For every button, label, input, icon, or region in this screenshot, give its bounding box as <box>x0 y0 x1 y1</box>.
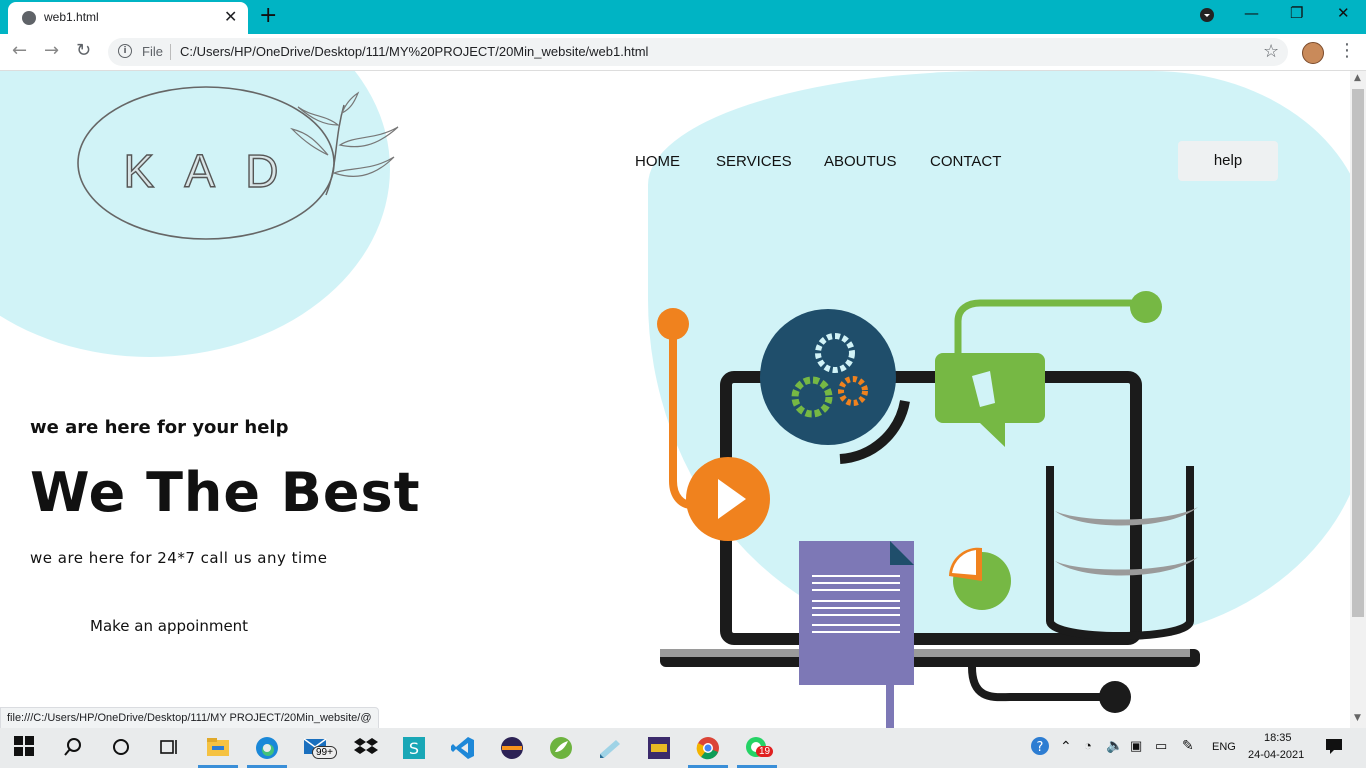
pen-icon[interactable]: ✎ <box>1182 737 1194 754</box>
divider <box>170 44 171 60</box>
help-tray-icon[interactable]: ? <box>1030 736 1054 760</box>
web-page: K A D HOME SERVICES ABOUTUS CONTACT help… <box>0 71 1350 728</box>
nav-services[interactable]: SERVICES <box>716 153 792 170</box>
dropbox-icon[interactable] <box>354 736 378 760</box>
scroll-up-icon[interactable]: ▲ <box>1354 73 1361 83</box>
browser-tab[interactable]: web1.html ✕ <box>8 2 248 34</box>
windows-start-icon[interactable] <box>14 736 38 760</box>
task-view-icon[interactable] <box>158 736 182 760</box>
clock-time[interactable]: 18:35 <box>1264 732 1292 744</box>
more-menu-icon[interactable]: ⋮ <box>1338 40 1356 61</box>
display-icon[interactable]: ▣ <box>1130 738 1142 754</box>
bookmark-star-icon[interactable]: ☆ <box>1263 41 1279 62</box>
show-hidden-icons-icon[interactable]: ⌃ <box>1060 738 1072 755</box>
url-text[interactable]: C:/Users/HP/OneDrive/Desktop/111/MY%20PR… <box>180 44 648 59</box>
notifications-icon[interactable] <box>1324 736 1348 760</box>
nav-aboutus[interactable]: ABOUTUS <box>824 153 897 170</box>
logo-text: K A D <box>123 145 288 197</box>
tab-title: web1.html <box>44 10 99 24</box>
nav-home[interactable]: HOME <box>635 153 680 170</box>
address-bar[interactable]: i File C:/Users/HP/OneDrive/Desktop/111/… <box>108 38 1288 66</box>
file-label: File <box>142 44 163 59</box>
battery-icon[interactable]: ▭ <box>1155 738 1167 754</box>
reload-icon[interactable]: ↻ <box>76 40 91 61</box>
eclipse-icon[interactable] <box>500 736 524 760</box>
vscode-icon[interactable] <box>451 736 475 760</box>
new-tab-button[interactable]: + <box>259 3 277 28</box>
chrome-icon[interactable] <box>696 736 720 760</box>
site-logo[interactable]: K A D <box>76 85 406 249</box>
hero-headline: We The Best <box>30 461 421 524</box>
notes-app-icon[interactable] <box>598 736 622 760</box>
tab-strip: web1.html ✕ + — ❐ ✕ <box>0 0 1366 34</box>
make-appointment-button[interactable]: Make an appoinment <box>90 617 248 635</box>
spring-icon[interactable] <box>549 736 573 760</box>
search-icon[interactable] <box>62 736 86 760</box>
svg-text:S: S <box>409 739 419 758</box>
wifi-icon[interactable]: ◔ <box>1084 738 1092 753</box>
app-s-icon[interactable]: S <box>402 736 426 760</box>
page-scrollbar[interactable]: ▲ ▼ <box>1350 71 1366 728</box>
scroll-down-icon[interactable]: ▼ <box>1354 713 1361 723</box>
forward-icon[interactable]: → <box>44 40 59 61</box>
nav-contact[interactable]: CONTACT <box>930 153 1001 170</box>
globe-icon <box>22 11 36 25</box>
scroll-thumb[interactable] <box>1352 89 1364 617</box>
link-status-bar: file:///C:/Users/HP/OneDrive/Desktop/111… <box>0 707 379 730</box>
game-app-icon[interactable] <box>647 736 671 760</box>
file-explorer-icon[interactable] <box>206 736 230 760</box>
clock-date[interactable]: 24-04-2021 <box>1248 749 1304 761</box>
minimize-icon[interactable]: — <box>1244 4 1259 22</box>
volume-icon[interactable]: 🔈 <box>1106 737 1123 754</box>
cortana-icon[interactable] <box>110 736 134 760</box>
profile-dropdown-icon[interactable] <box>1200 8 1214 26</box>
hero-tagline: we are here for your help <box>30 417 289 438</box>
restore-icon[interactable]: ❐ <box>1290 4 1303 22</box>
profile-avatar[interactable] <box>1302 42 1324 64</box>
svg-text:?: ? <box>1037 740 1044 755</box>
browser-toolbar: ← → ↻ i File C:/Users/HP/OneDrive/Deskto… <box>0 34 1366 71</box>
close-icon[interactable]: ✕ <box>224 7 237 26</box>
hero-illustration <box>650 291 1210 728</box>
windows-taskbar: 99+ S 19 ? ⌃ ◔ 🔈 ▣ ▭ ✎ ENG 18:35 24-04-2… <box>0 728 1366 768</box>
hero-subline: we are here for 24*7 call us any time <box>30 549 328 567</box>
window-close-icon[interactable]: ✕ <box>1337 4 1350 22</box>
info-icon[interactable]: i <box>118 44 132 58</box>
edge-icon[interactable] <box>255 736 279 760</box>
language-indicator[interactable]: ENG <box>1212 741 1236 753</box>
help-button[interactable]: help <box>1178 141 1278 181</box>
whatsapp-badge: 19 <box>756 746 774 757</box>
mail-badge: 99+ <box>312 746 337 759</box>
back-icon[interactable]: ← <box>12 40 27 61</box>
